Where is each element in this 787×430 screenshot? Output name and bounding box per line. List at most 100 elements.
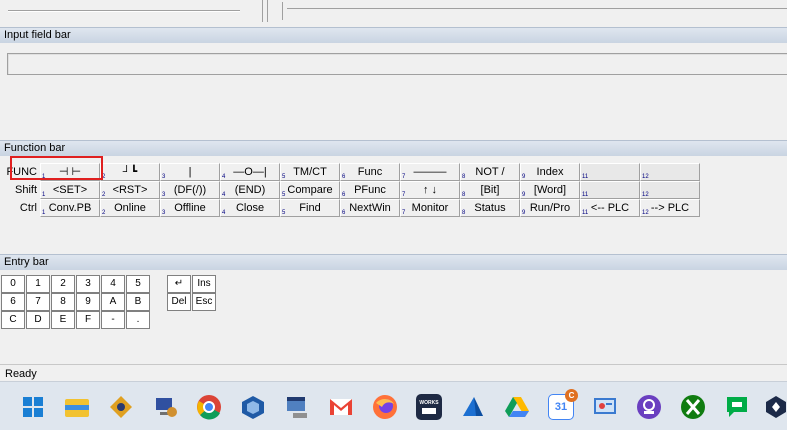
function-key-9[interactable]: Run/Pro 9: [520, 199, 580, 217]
network-app-icon[interactable]: [108, 394, 134, 420]
function-key-2[interactable]: Online 2: [100, 199, 160, 217]
entry-key[interactable]: E: [51, 311, 75, 329]
function-key-label: TM/CT: [293, 166, 327, 178]
function-key-1[interactable]: ⊣ ⊢ 1: [40, 163, 100, 181]
function-key-number: 6: [342, 192, 346, 198]
gmail-icon[interactable]: [328, 394, 354, 420]
virtualbox-icon[interactable]: [240, 394, 266, 420]
function-key-label: ↑ ↓: [422, 184, 438, 196]
taskbar: WORKS 31 C: [0, 381, 787, 430]
system-network-icon[interactable]: [284, 394, 310, 420]
google-drive-icon[interactable]: [504, 394, 530, 420]
function-key-3[interactable]: (DF(/)) 3: [160, 181, 220, 199]
function-key-8[interactable]: Status 8: [460, 199, 520, 217]
remote-desktop-icon[interactable]: [152, 394, 178, 420]
entry-key[interactable]: 6: [1, 293, 25, 311]
function-key-number: 8: [462, 174, 466, 180]
firefox-icon[interactable]: [372, 394, 398, 420]
function-key-number: 2: [102, 174, 106, 180]
function-key-4[interactable]: (END) 4: [220, 181, 280, 199]
function-key-number: 11: [582, 210, 589, 216]
function-key-number: 6: [342, 210, 346, 216]
entry-key[interactable]: C: [1, 311, 25, 329]
function-key-7[interactable]: Monitor 7: [400, 199, 460, 217]
entry-key[interactable]: 2: [51, 275, 75, 293]
function-key-1[interactable]: Conv.PB 1: [40, 199, 100, 217]
status-text: Ready: [5, 368, 37, 380]
xbox-icon[interactable]: [680, 394, 706, 420]
function-key-6[interactable]: Func 6: [340, 163, 400, 181]
function-key-number: 1: [42, 192, 46, 198]
function-key-number: 7: [402, 192, 406, 198]
profile-app-icon[interactable]: [636, 394, 662, 420]
function-key-5[interactable]: Find 5: [280, 199, 340, 217]
function-key-8[interactable]: [Bit] 8: [460, 181, 520, 199]
entry-key[interactable]: 7: [26, 293, 50, 311]
function-key-5[interactable]: Compare 5: [280, 181, 340, 199]
function-key-10[interactable]: 11: [580, 181, 640, 199]
function-key-5[interactable]: TM/CT 5: [280, 163, 340, 181]
entry-key[interactable]: .: [126, 311, 150, 329]
function-key-1[interactable]: <SET> 1: [40, 181, 100, 199]
enter-icon: ↵: [174, 278, 184, 289]
function-key-2[interactable]: <RST> 2: [100, 181, 160, 199]
function-key-8[interactable]: NOT / 8: [460, 163, 520, 181]
function-key-number: 7: [402, 210, 406, 216]
function-key-6[interactable]: PFunc 6: [340, 181, 400, 199]
function-key-6[interactable]: NextWin 6: [340, 199, 400, 217]
function-key-7[interactable]: ——— 7: [400, 163, 460, 181]
function-key-number: 12: [642, 174, 649, 180]
function-key-7[interactable]: ↑ ↓ 7: [400, 181, 460, 199]
entry-key[interactable]: 3: [76, 275, 100, 293]
function-key-9[interactable]: [Word] 9: [520, 181, 580, 199]
entry-key[interactable]: B: [126, 293, 150, 311]
windows-start-icon[interactable]: [20, 394, 46, 420]
function-key-3[interactable]: | 3: [160, 163, 220, 181]
function-key-label: [Word]: [533, 184, 567, 196]
google-chat-icon[interactable]: [724, 394, 750, 420]
function-key-4[interactable]: Close 4: [220, 199, 280, 217]
entry-key[interactable]: 5: [126, 275, 150, 293]
enter-key[interactable]: ↵: [167, 275, 191, 293]
function-key-number: 9: [522, 174, 526, 180]
function-key-10[interactable]: 11: [580, 163, 640, 181]
function-key-11[interactable]: 12: [640, 163, 700, 181]
entry-key[interactable]: 8: [51, 293, 75, 311]
function-key-9[interactable]: Index 9: [520, 163, 580, 181]
function-key-11[interactable]: --> PLC 12: [640, 199, 700, 217]
row-label: FUNC: [6, 166, 37, 178]
function-key-label: <SET>: [52, 184, 88, 196]
splitter-handle[interactable]: [262, 0, 268, 22]
del-key[interactable]: Del: [167, 293, 191, 311]
entry-key[interactable]: 0: [1, 275, 25, 293]
calendar-icon[interactable]: 31 C: [548, 389, 578, 420]
top-toolbar-strip: [0, 0, 787, 22]
entry-key[interactable]: A: [101, 293, 125, 311]
function-key-number: 9: [522, 192, 526, 198]
function-key-label: [Bit]: [480, 184, 500, 196]
function-key-11[interactable]: 12: [640, 181, 700, 199]
entry-key[interactable]: F: [76, 311, 100, 329]
input-field[interactable]: [7, 53, 787, 75]
cloud-app-icon[interactable]: [460, 394, 486, 420]
row-label: Ctrl: [19, 202, 37, 214]
function-key-label: ⊣ ⊢: [58, 166, 82, 178]
entry-key[interactable]: 4: [101, 275, 125, 293]
entry-key[interactable]: D: [26, 311, 50, 329]
works-app-icon[interactable]: WORKS: [416, 394, 442, 420]
entry-key[interactable]: -: [101, 311, 125, 329]
function-key-10[interactable]: <-- PLC 11: [580, 199, 640, 217]
function-key-number: 1: [42, 210, 46, 216]
vpn-app-icon[interactable]: [766, 394, 787, 420]
function-key-number: 4: [222, 210, 226, 216]
file-explorer-icon[interactable]: [64, 394, 90, 420]
entry-key[interactable]: 1: [26, 275, 50, 293]
esc-key[interactable]: Esc: [192, 293, 216, 311]
control-panel-icon[interactable]: [592, 394, 618, 420]
chrome-icon[interactable]: [196, 394, 222, 420]
function-key-2[interactable]: ┘┗ 2: [100, 163, 160, 181]
ins-key[interactable]: Ins: [192, 275, 216, 293]
function-key-3[interactable]: Offline 3: [160, 199, 220, 217]
function-key-4[interactable]: —O—| 4: [220, 163, 280, 181]
entry-key[interactable]: 9: [76, 293, 100, 311]
